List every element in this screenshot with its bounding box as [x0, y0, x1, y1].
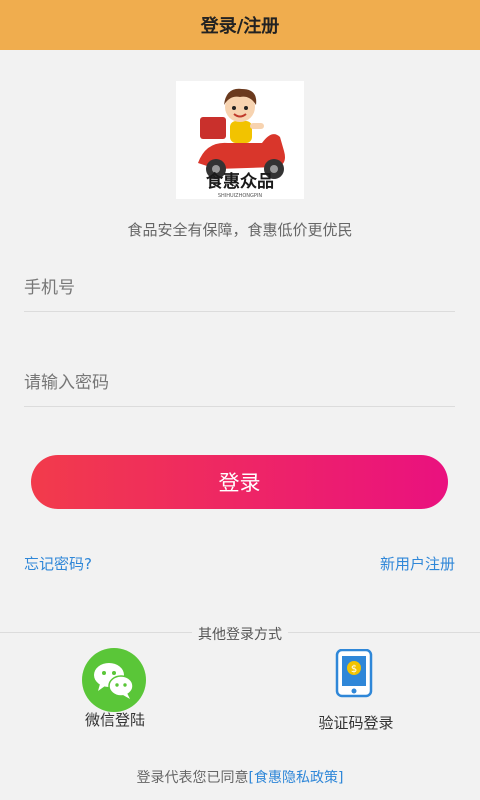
svg-text:$: $ [351, 664, 357, 675]
password-field [24, 359, 455, 407]
other-login-title: 其他登录方式 [0, 624, 480, 644]
other-login-title-text: 其他登录方式 [192, 627, 288, 643]
wechat-icon[interactable] [82, 648, 146, 712]
agreement-prefix: 登录代表您已同意 [136, 770, 249, 786]
logo-text: 食惠众品 [206, 171, 274, 192]
phone-field [24, 264, 455, 312]
phone-input[interactable] [24, 264, 455, 311]
slogan-text: 食品安全有保障，食惠低价更优民 [127, 221, 353, 239]
sms-phone-icon[interactable]: $ [334, 648, 378, 699]
login-button[interactable]: 登录 [31, 455, 448, 509]
wechat-login-label[interactable]: 微信登陆 [60, 709, 170, 730]
header-bar: 登录/注册 [0, 0, 480, 50]
register-link[interactable]: 新用户注册 [380, 553, 455, 574]
privacy-policy-link[interactable]: [食惠隐私政策] [249, 770, 344, 786]
agreement-text: 登录代表您已同意[食惠隐私政策] [0, 767, 480, 787]
app-logo: 食惠众品 SHIHUIZHONGPIN [176, 81, 304, 199]
sms-login-label[interactable]: 验证码登录 [296, 712, 416, 733]
password-input[interactable] [24, 359, 455, 406]
page-title: 登录/注册 [200, 16, 280, 37]
forgot-password-link[interactable]: 忘记密码? [24, 553, 92, 574]
logo-subtext: SHIHUIZHONGPIN [218, 193, 263, 199]
